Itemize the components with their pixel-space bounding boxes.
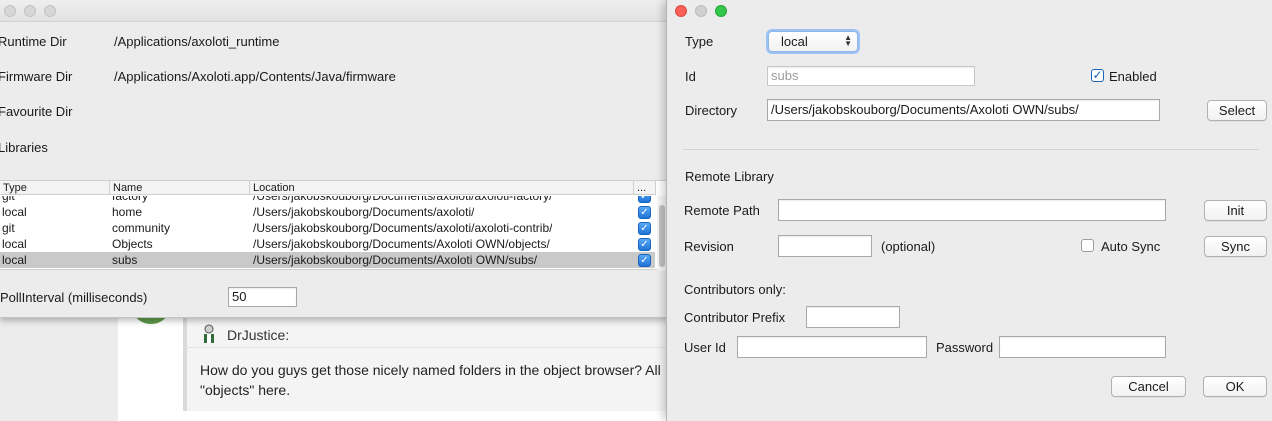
enabled-checkbox[interactable]: ✓ (1091, 69, 1104, 82)
remote-library-label: Remote Library (685, 169, 774, 184)
table-scrollbar-thumb[interactable] (659, 205, 665, 267)
minimize-window-icon[interactable] (695, 5, 707, 17)
select-button[interactable]: Select (1207, 100, 1267, 121)
password-label: Password (936, 340, 994, 355)
dialog-titlebar (667, 0, 1272, 22)
row-name: community (112, 221, 171, 235)
remote-path-label: Remote Path (684, 203, 760, 218)
select-arrows-icon: ▲ ▼ (844, 33, 852, 48)
contributor-prefix-label: Contributor Prefix (684, 310, 786, 325)
contributors-only-label: Contributors only: (684, 282, 786, 297)
favourite-dir-label: Favourite Dir (0, 104, 73, 119)
row-name: subs (112, 253, 138, 267)
row-type: local (2, 253, 27, 267)
close-window-icon[interactable] (4, 5, 16, 17)
poll-interval-input[interactable]: 50 (228, 287, 297, 307)
column-header-location[interactable]: Location (250, 181, 634, 195)
revision-optional-label: (optional) (881, 239, 936, 254)
user-avatar-icon (204, 324, 214, 343)
row-name: factory (112, 196, 149, 203)
directory-input[interactable]: /Users/jakobskouborg/Documents/Axoloti O… (767, 99, 1160, 121)
row-name: Objects (112, 237, 153, 251)
firmware-dir-label: Firmware Dir (0, 69, 73, 84)
init-button[interactable]: Init (1204, 200, 1267, 221)
forum-post-line: "objects" here. (200, 382, 291, 398)
password-input[interactable] (999, 336, 1166, 358)
row-type: local (2, 205, 27, 219)
enabled-label: Enabled (1109, 69, 1157, 84)
table-row[interactable]: git factory /Users/jakobskouborg/Documen… (0, 196, 655, 204)
divider (683, 149, 1259, 150)
ok-button[interactable]: OK (1203, 376, 1267, 397)
row-enabled-checkbox[interactable]: ✓ (638, 254, 651, 267)
runtime-dir-label: Runtime Dir (0, 34, 67, 49)
row-enabled-checkbox[interactable]: ✓ (638, 222, 651, 235)
id-label: Id (685, 69, 696, 84)
zoom-window-icon[interactable] (715, 5, 727, 17)
column-header-type[interactable]: Type (0, 181, 110, 195)
libraries-label: Libraries (0, 140, 48, 155)
column-header-enabled[interactable]: ... (634, 181, 656, 195)
row-enabled-checkbox[interactable]: ✓ (638, 206, 651, 219)
row-name: home (112, 205, 143, 219)
auto-sync-checkbox[interactable] (1081, 239, 1094, 252)
close-window-icon[interactable] (675, 5, 687, 17)
user-id-input[interactable] (737, 336, 927, 358)
type-select[interactable]: local ▲ ▼ (768, 31, 858, 52)
revision-label: Revision (684, 239, 734, 254)
library-dialog: Type local ▲ ▼ Id subs ✓ Enabled Director… (666, 0, 1272, 421)
preferences-titlebar (0, 0, 668, 22)
column-header-name[interactable]: Name (110, 181, 250, 195)
firmware-dir-value: /Applications/Axoloti.app/Contents/Java/… (114, 69, 396, 84)
table-row[interactable]: local home /Users/jakobskouborg/Document… (0, 204, 655, 220)
preferences-window: Runtime Dir /Applications/axoloti_runtim… (0, 0, 668, 318)
row-enabled-checkbox[interactable]: ✓ (638, 238, 651, 251)
forum-post-line: How do you guys get those nicely named f… (200, 362, 661, 378)
libraries-table[interactable]: Type Name Location ... git factory /User… (0, 180, 668, 271)
table-row[interactable]: local Objects /Users/jakobskouborg/Docum… (0, 236, 655, 252)
row-location: /Users/jakobskouborg/Documents/axoloti/a… (253, 196, 553, 203)
row-enabled-checkbox[interactable]: ✓ (638, 196, 651, 203)
directory-label: Directory (685, 103, 738, 118)
minimize-window-icon[interactable] (24, 5, 36, 17)
row-location: /Users/jakobskouborg/Documents/Axoloti O… (253, 253, 538, 267)
row-location: /Users/jakobskouborg/Documents/axoloti/a… (253, 221, 553, 235)
auto-sync-label: Auto Sync (1101, 239, 1161, 254)
type-select-value: local (781, 34, 808, 49)
remote-path-input[interactable] (778, 199, 1166, 221)
zoom-window-icon[interactable] (44, 5, 56, 17)
user-id-label: User Id (684, 340, 726, 355)
row-location: /Users/jakobskouborg/Documents/axoloti/ (253, 205, 475, 219)
row-type: git (2, 196, 15, 203)
row-location: /Users/jakobskouborg/Documents/Axoloti O… (253, 237, 550, 251)
poll-interval-label: PollInterval (milliseconds) (0, 290, 148, 305)
id-field: subs (767, 66, 975, 86)
row-type: git (2, 221, 15, 235)
type-label: Type (685, 34, 714, 49)
forum-post-body: How do you guys get those nicely named f… (200, 360, 670, 400)
table-body: git factory /Users/jakobskouborg/Documen… (0, 196, 656, 271)
forum-post-author[interactable]: DrJustice: (227, 327, 289, 343)
table-row-selected[interactable]: local subs /Users/jakobskouborg/Document… (0, 252, 655, 268)
cancel-button[interactable]: Cancel (1111, 376, 1186, 397)
row-type: local (2, 237, 27, 251)
sync-button[interactable]: Sync (1204, 236, 1267, 257)
table-row[interactable]: git community /Users/jakobskouborg/Docum… (0, 220, 655, 236)
runtime-dir-value: /Applications/axoloti_runtime (114, 34, 280, 49)
revision-input[interactable] (778, 235, 872, 257)
contributor-prefix-input[interactable] (806, 306, 900, 328)
